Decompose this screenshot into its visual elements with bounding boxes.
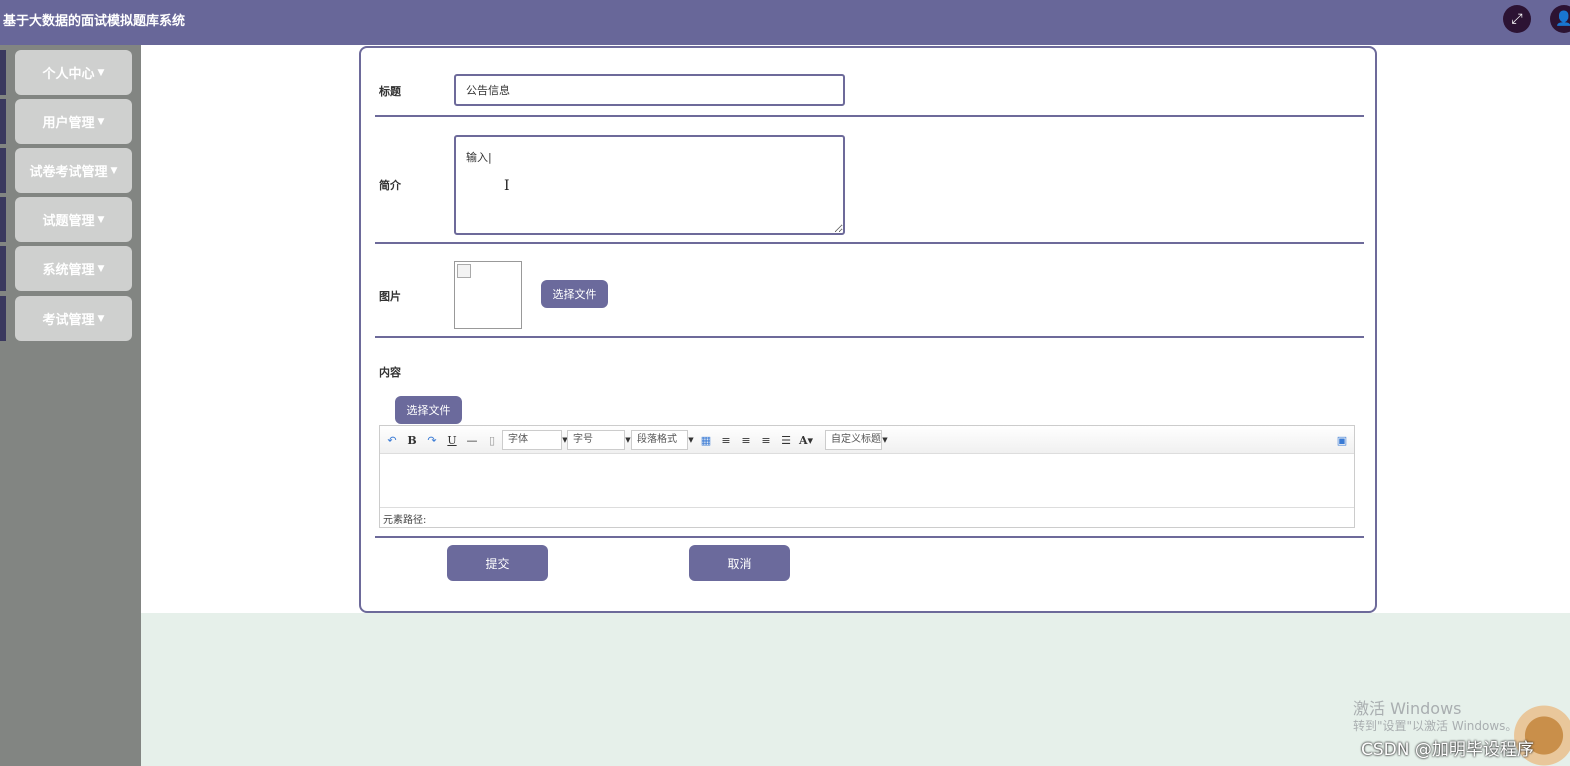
sidebar: 个人中心 ▼ 用户管理 ▼ 试卷考试管理 ▼ 试题管理 ▼ 系统管理 ▼ 考试管理 ▼ bbox=[0, 45, 141, 766]
sidebar-item-question-management[interactable]: 试题管理 ▼ bbox=[0, 197, 133, 242]
title-input[interactable] bbox=[454, 74, 845, 106]
intro-textarea[interactable]: 输入| bbox=[454, 135, 845, 235]
user-icon[interactable]: 👤 bbox=[1550, 5, 1570, 33]
sidebar-item-label: 个人中心 bbox=[42, 67, 95, 82]
bold-icon[interactable]: B bbox=[404, 432, 420, 448]
horizontal-rule-icon[interactable]: — bbox=[464, 432, 480, 448]
caret-down-icon: ▼ bbox=[110, 165, 118, 176]
image-preview bbox=[454, 261, 522, 329]
element-path: 元素路径: bbox=[380, 507, 1354, 527]
preview-icon[interactable]: ▣ bbox=[1334, 432, 1350, 448]
sidebar-item-exam-management[interactable]: 考试管理 ▼ bbox=[0, 296, 133, 341]
caret-down-icon: ▼ bbox=[97, 214, 105, 225]
align-justify-icon[interactable]: ☰ bbox=[778, 432, 794, 448]
dropdown-arrow-icon: ▼ bbox=[882, 436, 888, 444]
font-size-select[interactable]: 字号 ▼ bbox=[567, 430, 631, 450]
underline-icon[interactable]: U bbox=[444, 432, 460, 448]
sidebar-item-label: 试题管理 bbox=[42, 214, 95, 229]
custom-title-select[interactable]: 自定义标题 ▼ bbox=[825, 430, 888, 450]
caret-down-icon: ▼ bbox=[97, 116, 105, 127]
broken-image-icon bbox=[457, 264, 471, 278]
caret-down-icon: ▼ bbox=[97, 263, 105, 274]
sidebar-item-system-management[interactable]: 系统管理 ▼ bbox=[0, 246, 133, 291]
redo-icon[interactable]: ↷ bbox=[424, 432, 440, 448]
title-label: 标题 bbox=[379, 85, 401, 98]
align-left-icon[interactable]: ≡ bbox=[718, 432, 734, 448]
sidebar-item-label: 考试管理 bbox=[42, 313, 95, 328]
caret-down-icon: ▼ bbox=[97, 313, 105, 324]
sidebar-item-user-management[interactable]: 用户管理 ▼ bbox=[0, 99, 133, 144]
header-bar: 基于大数据的面试模拟题库系统 ⤢ 👤 bbox=[0, 0, 1570, 45]
sidebar-item-label: 用户管理 bbox=[42, 116, 95, 131]
align-center-icon[interactable]: ≡ bbox=[758, 432, 774, 448]
editor-toolbar: ↶ B ↷ U — ▯ 字体 ▼ 字号 ▼ 段落格式 ▼ ▦ ≡ ≡ ≡ ☰ A▾ 自… bbox=[380, 426, 1354, 454]
content-choose-file-button[interactable]: 选择文件 bbox=[395, 396, 462, 424]
windows-activation-subtitle: 转到"设置"以激活 Windows。 bbox=[1353, 719, 1518, 733]
sidebar-item-label: 系统管理 bbox=[42, 263, 95, 278]
intro-label: 简介 bbox=[379, 179, 401, 192]
text-cursor-icon: I bbox=[504, 178, 510, 194]
caret-down-icon: ▼ bbox=[97, 67, 105, 78]
cancel-button[interactable]: 取消 bbox=[689, 545, 790, 581]
dropdown-arrow-icon: ▼ bbox=[688, 436, 694, 444]
sidebar-item-exam-paper-management[interactable]: 试卷考试管理 ▼ bbox=[0, 148, 133, 193]
title-row: 标题 bbox=[375, 48, 1364, 117]
app-title: 基于大数据的面试模拟题库系统 bbox=[3, 14, 186, 29]
document-icon[interactable]: ▯ bbox=[484, 432, 500, 448]
font-color-icon[interactable]: A▾ bbox=[798, 432, 814, 448]
align-right-icon[interactable]: ≡ bbox=[738, 432, 754, 448]
undo-icon[interactable]: ↶ bbox=[384, 432, 400, 448]
table-icon[interactable]: ▦ bbox=[698, 432, 714, 448]
sidebar-item-personal-center[interactable]: 个人中心 ▼ bbox=[0, 50, 133, 95]
sidebar-item-label: 试卷考试管理 bbox=[29, 165, 108, 180]
content-label: 内容 bbox=[379, 366, 401, 379]
font-select[interactable]: 字体 ▼ bbox=[502, 430, 568, 450]
csdn-watermark: CSDN @加明毕设程序 bbox=[1361, 740, 1534, 760]
notice-form: 标题 简介 输入| I 图片 选择文件 内容 选择文件 ↶ B ↷ U — ▯ … bbox=[359, 46, 1377, 613]
paragraph-format-select[interactable]: 段落格式 ▼ bbox=[631, 430, 694, 450]
submit-button[interactable]: 提交 bbox=[447, 545, 548, 581]
fullscreen-icon[interactable]: ⤢ bbox=[1503, 5, 1531, 33]
intro-row: 简介 输入| I bbox=[375, 117, 1364, 244]
rich-text-editor[interactable]: ↶ B ↷ U — ▯ 字体 ▼ 字号 ▼ 段落格式 ▼ ▦ ≡ ≡ ≡ ☰ A▾ 自… bbox=[379, 425, 1355, 528]
windows-activation-title: 激活 Windows bbox=[1353, 699, 1462, 718]
image-label: 图片 bbox=[379, 290, 401, 303]
image-row: 图片 选择文件 bbox=[375, 244, 1364, 338]
choose-file-button[interactable]: 选择文件 bbox=[541, 280, 608, 308]
editor-body[interactable] bbox=[380, 455, 1354, 507]
